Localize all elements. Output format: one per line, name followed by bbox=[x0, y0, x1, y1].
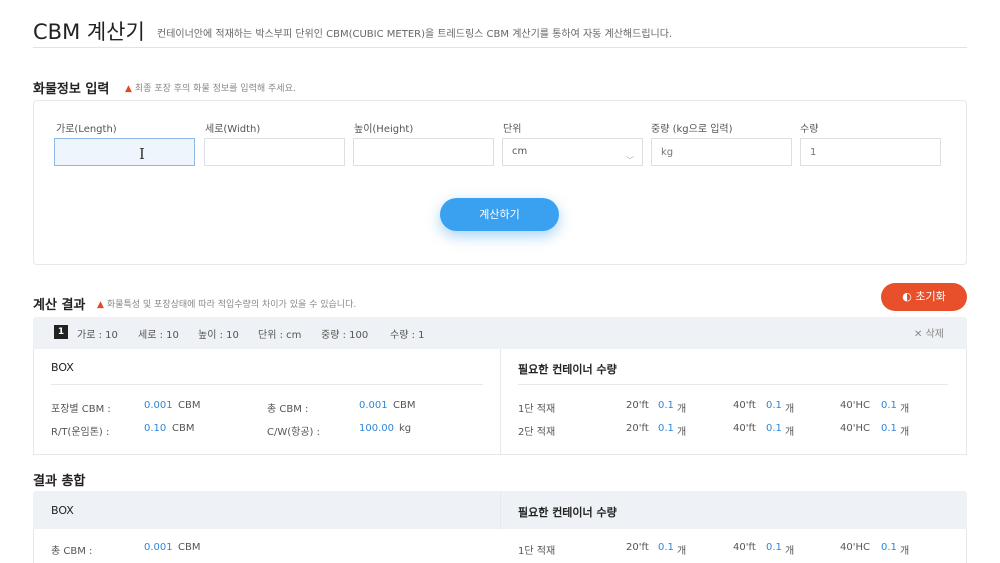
weight-label: 중량 (kg으로 입력) bbox=[651, 124, 733, 135]
cbm-total-label: 총 CBM : bbox=[267, 404, 309, 415]
row2-40hc-unit: 개 bbox=[900, 427, 910, 438]
summary-row-label: 1단 적재 bbox=[518, 546, 556, 557]
row2-20ft-unit: 개 bbox=[677, 427, 687, 438]
qty-label: 수량 bbox=[800, 124, 819, 135]
chevron-down-icon: ﹀ bbox=[626, 156, 634, 165]
row2-label: 2단 적재 bbox=[518, 427, 556, 438]
summary-cbm-value: 0.001 bbox=[144, 542, 173, 553]
row1-40ft: 40'ft bbox=[733, 400, 756, 411]
row1-20ft-value: 0.1 bbox=[658, 400, 674, 411]
container-divider bbox=[518, 384, 948, 385]
result-item-index: 1 bbox=[54, 325, 68, 339]
summary-section-title: 결과 총합 bbox=[33, 474, 86, 489]
row1-40hc-unit: 개 bbox=[900, 404, 910, 415]
result-notice-text: 화물특성 및 포장상태에 따라 적입수량의 차이가 있을 수 있습니다. bbox=[106, 300, 357, 310]
input-section-title: 화물정보 입력 bbox=[33, 82, 110, 97]
page-title: CBM 계산기 bbox=[33, 20, 145, 44]
reset-button-label: 초기화 bbox=[915, 290, 946, 303]
summary-container-title: 필요한 컨테이너 수량 bbox=[518, 506, 617, 519]
summary-unit: 단위 : cm bbox=[258, 330, 302, 341]
row2-40ft-value: 0.1 bbox=[766, 423, 782, 434]
close-icon: ✕ bbox=[914, 329, 923, 340]
row1-20ft-unit: 개 bbox=[677, 404, 687, 415]
result-column-divider bbox=[500, 349, 501, 455]
row1-40hc-value: 0.1 bbox=[881, 400, 897, 411]
summary-20ft-value: 0.1 bbox=[658, 542, 674, 553]
summary-20ft-unit: 개 bbox=[677, 546, 687, 557]
summary-qty: 수량 : 1 bbox=[390, 330, 425, 341]
row2-40ft: 40'ft bbox=[733, 423, 756, 434]
row2-40hc-value: 0.1 bbox=[881, 423, 897, 434]
length-label: 가로(Length) bbox=[56, 124, 117, 135]
box-divider bbox=[51, 384, 483, 385]
summary-length: 가로 : 10 bbox=[77, 330, 118, 341]
summary-40hc: 40'HC bbox=[840, 542, 870, 553]
unit-label: 단위 bbox=[503, 124, 522, 135]
calculate-button[interactable]: 계산하기 bbox=[440, 198, 559, 231]
input-panel bbox=[33, 100, 967, 265]
summary-40hc-value: 0.1 bbox=[881, 542, 897, 553]
summary-40ft-value: 0.1 bbox=[766, 542, 782, 553]
result-notice: ▲ 화물특성 및 포장상태에 따라 적입수량의 차이가 있을 수 있습니다. bbox=[97, 297, 356, 310]
length-input[interactable] bbox=[54, 138, 195, 166]
box-title: BOX bbox=[51, 361, 74, 374]
height-input[interactable] bbox=[353, 138, 494, 166]
rt-value: 0.10 bbox=[144, 423, 167, 434]
cbm-each-value: 0.001 bbox=[144, 400, 173, 411]
qty-input[interactable] bbox=[800, 138, 941, 166]
summary-weight: 중량 : 100 bbox=[321, 330, 369, 341]
row1-40hc: 40'HC bbox=[840, 400, 870, 411]
rt-unit: CBM bbox=[172, 423, 195, 434]
row1-20ft: 20'ft bbox=[626, 400, 649, 411]
cw-value: 100.00 bbox=[359, 423, 394, 434]
summary-20ft: 20'ft bbox=[626, 542, 649, 553]
row2-20ft: 20'ft bbox=[626, 423, 649, 434]
reset-button[interactable]: ◐ 초기화 bbox=[881, 283, 967, 311]
width-input[interactable] bbox=[204, 138, 345, 166]
row2-40ft-unit: 개 bbox=[785, 427, 795, 438]
summary-40ft: 40'ft bbox=[733, 542, 756, 553]
summary-height: 높이 : 10 bbox=[198, 330, 239, 341]
cbm-each-unit: CBM bbox=[178, 400, 201, 411]
height-label: 높이(Height) bbox=[354, 124, 414, 135]
cw-label: C/W(항공) : bbox=[267, 427, 320, 438]
container-title: 필요한 컨테이너 수량 bbox=[518, 363, 617, 376]
text-cursor-icon: I bbox=[139, 145, 145, 163]
input-notice-text: 최종 포장 후의 화물 정보를 입력해 주세요. bbox=[134, 84, 296, 94]
row2-20ft-value: 0.1 bbox=[658, 423, 674, 434]
row2-40hc: 40'HC bbox=[840, 423, 870, 434]
weight-input[interactable] bbox=[651, 138, 792, 166]
summary-body bbox=[33, 529, 967, 563]
page-description: 컨테이너안에 적재하는 박스부피 단위인 CBM(CUBIC METER)을 트… bbox=[157, 29, 673, 40]
delete-label: 삭제 bbox=[925, 329, 944, 340]
rt-label: R/T(운임톤) : bbox=[51, 427, 110, 438]
summary-width: 세로 : 10 bbox=[138, 330, 179, 341]
summary-box-title: BOX bbox=[51, 504, 74, 517]
delete-button[interactable]: ✕ 삭제 bbox=[914, 325, 944, 340]
row1-40ft-value: 0.1 bbox=[766, 400, 782, 411]
width-label: 세로(Width) bbox=[205, 124, 261, 135]
warning-icon: ▲ bbox=[97, 300, 104, 310]
cbm-each-label: 포장별 CBM : bbox=[51, 404, 111, 415]
reset-icon: ◐ bbox=[902, 290, 912, 303]
summary-40ft-unit: 개 bbox=[785, 546, 795, 557]
cbm-total-value: 0.001 bbox=[359, 400, 388, 411]
result-section-title: 계산 결과 bbox=[33, 298, 86, 313]
cw-unit: kg bbox=[399, 423, 412, 434]
summary-cbm-unit: CBM bbox=[178, 542, 201, 553]
cbm-total-unit: CBM bbox=[393, 400, 416, 411]
row1-label: 1단 적재 bbox=[518, 404, 556, 415]
summary-40hc-unit: 개 bbox=[900, 546, 910, 557]
row1-40ft-unit: 개 bbox=[785, 404, 795, 415]
warning-icon: ▲ bbox=[125, 84, 132, 94]
title-divider bbox=[33, 47, 967, 48]
unit-select[interactable]: cm ﹀ bbox=[502, 138, 643, 166]
input-notice: ▲ 최종 포장 후의 화물 정보를 입력해 주세요. bbox=[125, 81, 296, 94]
unit-select-value: cm bbox=[512, 146, 528, 157]
summary-cbm-label: 총 CBM : bbox=[51, 546, 93, 557]
